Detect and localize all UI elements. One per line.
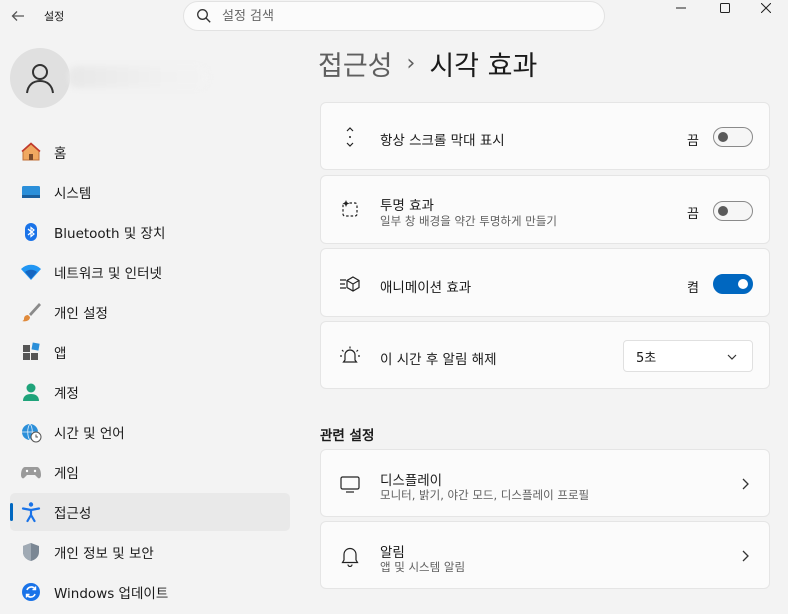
related-display-link[interactable]: 디스플레이 모니터, 밝기, 야간 모드, 디스플레이 프로필 (320, 449, 770, 517)
sidebar-item-gaming[interactable]: 게임 (10, 453, 290, 491)
user-icon (26, 64, 54, 94)
transparency-toggle[interactable] (713, 201, 753, 221)
setting-scrollbars: 항상 스크롤 막대 표시 끔 (320, 102, 770, 170)
search-icon (197, 9, 211, 23)
sidebar-item-personalization[interactable]: 개인 설정 (10, 293, 290, 331)
setting-title: 항상 스크롤 막대 표시 (380, 133, 505, 149)
breadcrumb-separator: › (406, 51, 416, 76)
home-icon (20, 141, 42, 163)
wifi-icon (20, 261, 42, 283)
system-icon (20, 181, 42, 203)
sidebar-item-windows-update[interactable]: Windows 업데이트 (10, 573, 290, 611)
avatar[interactable] (10, 48, 70, 108)
sidebar-item-label: 홈 (54, 146, 67, 162)
maximize-icon (720, 3, 730, 13)
related-settings-heading: 관련 설정 (320, 428, 375, 444)
sidebar-item-time-language[interactable]: 시간 및 언어 (10, 413, 290, 451)
minimize-icon (676, 7, 686, 9)
scrollbars-toggle[interactable] (713, 127, 753, 147)
bell-icon (339, 545, 361, 567)
back-button[interactable] (4, 2, 32, 30)
apps-icon (20, 341, 42, 363)
sidebar-item-privacy[interactable]: 개인 정보 및 보안 (10, 533, 290, 571)
sidebar-item-label: 개인 설정 (54, 306, 108, 322)
animation-icon (339, 273, 361, 295)
maximize-button[interactable] (703, 0, 747, 16)
notification-timer-icon (339, 345, 361, 367)
link-title: 디스플레이 (380, 473, 443, 489)
globe-clock-icon (20, 421, 42, 443)
sidebar-item-label: 계정 (54, 386, 79, 402)
sidebar-item-accounts[interactable]: 계정 (10, 373, 290, 411)
search-box[interactable] (183, 1, 605, 31)
toggle-state-text: 끔 (687, 207, 699, 222)
setting-dismiss-notifications: 이 시간 후 알림 해제 5초 (320, 321, 770, 389)
account-icon (20, 381, 42, 403)
shield-icon (20, 541, 42, 563)
breadcrumb: 접근성 › 시각 효과 (318, 44, 537, 83)
sidebar-item-label: Windows 업데이트 (54, 586, 169, 602)
chevron-right-icon (742, 550, 749, 562)
setting-animation: 애니메이션 효과 켬 (320, 248, 770, 317)
page-title: 시각 효과 (429, 51, 538, 82)
update-icon (20, 581, 42, 603)
brush-icon (20, 301, 42, 323)
sidebar-item-label: 개인 정보 및 보안 (54, 546, 154, 562)
breadcrumb-parent[interactable]: 접근성 (318, 44, 393, 83)
app-title: 설정 (44, 10, 65, 23)
sidebar-item-home[interactable]: 홈 (10, 133, 290, 171)
accessibility-icon (20, 501, 42, 523)
bluetooth-icon (20, 221, 42, 243)
sidebar-item-accessibility[interactable]: 접근성 (10, 493, 290, 531)
close-icon (761, 3, 771, 13)
animation-toggle[interactable] (713, 274, 753, 294)
sidebar-item-label: 앱 (54, 346, 67, 362)
toggle-state-text: 켬 (687, 281, 699, 296)
back-arrow-icon (11, 11, 24, 21)
sidebar-item-label: 네트워크 및 인터넷 (54, 266, 162, 282)
minimize-button[interactable] (659, 0, 703, 16)
setting-transparency: 투명 효과 일부 창 배경을 약간 투명하게 만들기 끔 (320, 175, 770, 244)
link-description: 모니터, 밝기, 야간 모드, 디스플레이 프로필 (380, 488, 590, 502)
link-description: 앱 및 시스템 알림 (380, 560, 466, 574)
close-button[interactable] (744, 0, 788, 16)
gamepad-icon (20, 461, 42, 483)
scrollbar-icon (339, 126, 361, 148)
toggle-state-text: 끔 (687, 134, 699, 149)
setting-title: 투명 효과 (380, 198, 434, 214)
setting-description: 일부 창 배경을 약간 투명하게 만들기 (380, 214, 557, 228)
title-bar: 설정 (0, 0, 788, 32)
dismiss-time-dropdown[interactable]: 5초 (623, 340, 753, 372)
chevron-down-icon (727, 354, 737, 360)
profile-name-redacted (68, 66, 208, 88)
sidebar-item-label: 접근성 (54, 506, 92, 522)
sidebar-item-label: Bluetooth 및 장치 (54, 226, 166, 242)
sidebar-item-system[interactable]: 시스템 (10, 173, 290, 211)
sidebar-item-label: 게임 (54, 466, 79, 482)
setting-title: 이 시간 후 알림 해제 (380, 352, 497, 368)
sidebar-item-bluetooth[interactable]: Bluetooth 및 장치 (10, 213, 290, 251)
monitor-icon (339, 473, 361, 495)
chevron-right-icon (742, 478, 749, 490)
sidebar-item-apps[interactable]: 앱 (10, 333, 290, 371)
sidebar-item-label: 시간 및 언어 (54, 426, 125, 442)
search-input[interactable] (222, 8, 582, 24)
sidebar-nav: 홈 시스템 Bluetooth 및 장치 네트워크 및 인터넷 개인 설정 앱 (10, 133, 290, 613)
transparency-icon (339, 198, 361, 220)
link-title: 알림 (380, 545, 405, 561)
setting-title: 애니메이션 효과 (380, 280, 472, 296)
related-notifications-link[interactable]: 알림 앱 및 시스템 알림 (320, 521, 770, 589)
dropdown-value: 5초 (636, 350, 657, 366)
sidebar-item-label: 시스템 (54, 186, 92, 202)
sidebar-item-network[interactable]: 네트워크 및 인터넷 (10, 253, 290, 291)
